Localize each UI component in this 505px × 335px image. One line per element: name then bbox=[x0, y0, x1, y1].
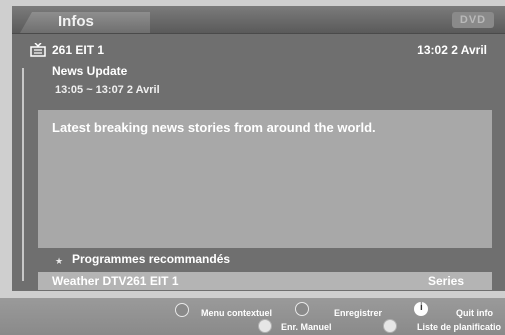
info-button-icon[interactable]: i bbox=[414, 302, 428, 316]
tv-icon bbox=[30, 43, 46, 57]
star-icon: ★ bbox=[55, 256, 64, 266]
footer-bar: Menu contextuel Enregistrer i Quit info … bbox=[0, 298, 505, 335]
recommended-row[interactable]: Weather DTV261 EIT 1 Series bbox=[38, 272, 492, 290]
liste-planification-label: Liste de planificatio bbox=[417, 322, 502, 332]
recommended-label: Programmes recommandés bbox=[72, 252, 231, 266]
dvd-logo: DVD bbox=[452, 12, 494, 28]
record-button-icon[interactable] bbox=[295, 302, 309, 316]
program-description: Latest breaking news stories from around… bbox=[52, 120, 376, 135]
page-title: Infos bbox=[58, 13, 94, 30]
channel-label: 261 EIT 1 bbox=[52, 43, 105, 57]
enr-manuel-label: Enr. Manuel bbox=[281, 322, 332, 332]
quit-info-label: Quit info bbox=[456, 308, 493, 318]
menu-contextuel-label: Menu contextuel bbox=[201, 308, 273, 318]
program-title: News Update bbox=[52, 64, 128, 78]
left-divider bbox=[22, 68, 24, 281]
recommended-program: Weather DTV261 EIT 1 bbox=[52, 274, 179, 288]
recommended-category: Series bbox=[428, 274, 465, 288]
current-datetime: 13:02 2 Avril bbox=[417, 43, 487, 57]
description-box: Latest breaking news stories from around… bbox=[38, 110, 492, 248]
program-time: 13:05 ~ 13:07 2 Avril bbox=[55, 84, 160, 96]
enregistrer-label: Enregistrer bbox=[334, 308, 383, 318]
manual-record-button-icon[interactable] bbox=[258, 319, 272, 333]
menu-button-icon[interactable] bbox=[175, 303, 189, 317]
schedule-button-icon[interactable] bbox=[383, 319, 397, 333]
